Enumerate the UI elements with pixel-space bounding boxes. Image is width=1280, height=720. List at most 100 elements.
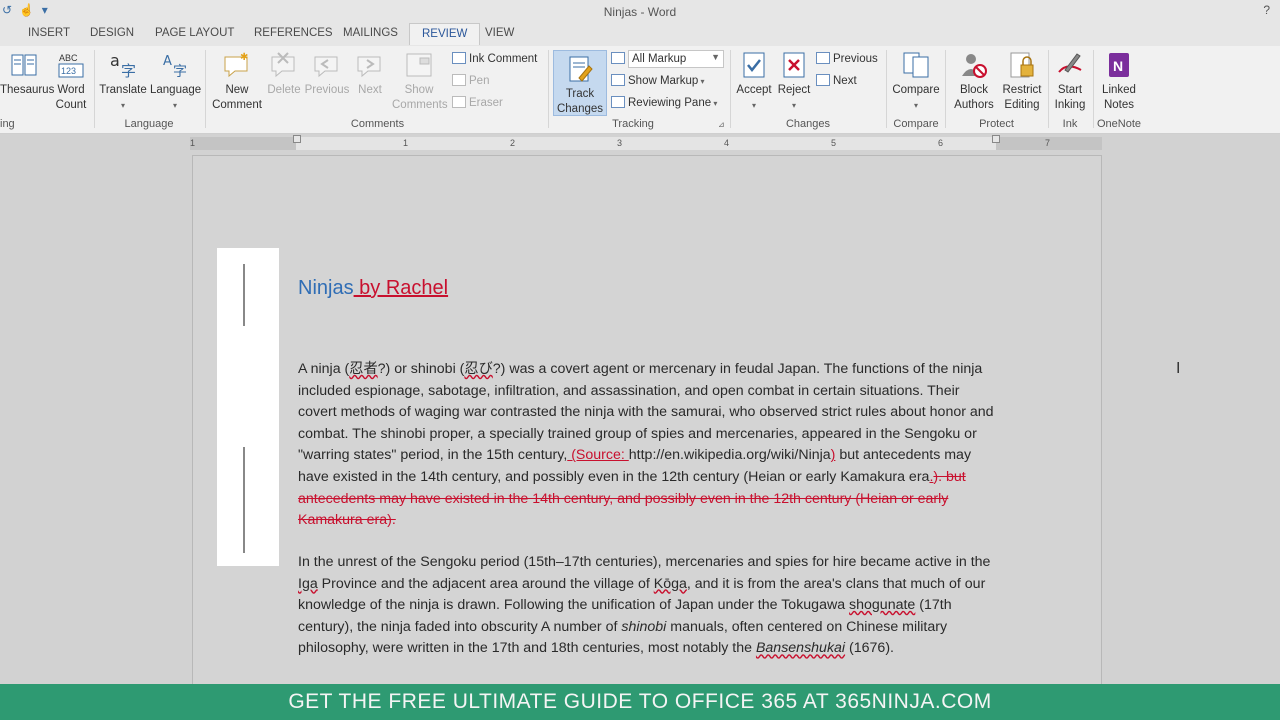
svg-text:ABC: ABC: [59, 53, 78, 63]
display-for-review-icon-holder: [611, 52, 628, 65]
new-comment-label-1: New: [225, 84, 249, 96]
tab-references[interactable]: REFERENCES: [254, 27, 333, 39]
indent-marker[interactable]: [293, 135, 301, 143]
accept-label: Accept: [736, 84, 772, 96]
thesaurus-icon: [9, 50, 39, 80]
reject-label: Reject: [777, 84, 811, 96]
linked-notes-button[interactable]: N Linked Notes: [1097, 50, 1141, 113]
show-comments-label-1: Show: [404, 84, 434, 96]
start-inking-button[interactable]: Start Inking: [1051, 50, 1089, 113]
language-icon: A字: [160, 50, 190, 80]
text-run: Iga: [298, 575, 318, 592]
horizontal-ruler[interactable]: 1 1 2 3 4 5 6 7: [190, 135, 1102, 150]
start-inking-label-1: Start: [1057, 84, 1083, 96]
ink-group-label: Ink: [1062, 118, 1078, 130]
thesaurus-button[interactable]: Thesaurus: [0, 50, 54, 98]
svg-text:a: a: [110, 51, 120, 70]
promo-banner[interactable]: GET THE FREE ULTIMATE GUIDE TO OFFICE 36…: [0, 684, 1280, 720]
text-run: ?) or shinobi (: [377, 361, 465, 377]
compare-button[interactable]: Compare ▾: [891, 50, 941, 113]
track-changes-button[interactable]: Track Changes: [553, 50, 607, 116]
text-run: Bansenshukai: [755, 640, 846, 657]
translate-button[interactable]: a字 Translate ▾: [99, 50, 147, 113]
next-comment-icon: [355, 50, 385, 80]
track-changes-icon: [565, 54, 595, 84]
reject-button[interactable]: Reject ▾: [776, 50, 812, 113]
tracked-insertion: (Source:: [567, 447, 629, 464]
ink-comment-icon: [452, 52, 466, 64]
next-change-button[interactable]: Next: [816, 74, 857, 87]
right-indent-marker[interactable]: [992, 135, 1000, 143]
language-group-label: Language: [124, 118, 174, 130]
title-bar: ↺ ☝ ▾ Ninjas - Word ?: [0, 0, 1280, 22]
tracking-options-launcher-icon[interactable]: ⊿: [718, 120, 725, 129]
tab-review[interactable]: REVIEW: [409, 23, 481, 45]
compare-group-label: Compare: [893, 118, 939, 130]
next-comment-button[interactable]: Next: [352, 50, 388, 98]
new-comment-icon: ✱: [222, 50, 252, 80]
changes-group-label: Changes: [785, 118, 831, 130]
paragraph-2[interactable]: In the unrest of the Sengoku period (15t…: [298, 552, 998, 660]
text-run: (1676).: [845, 640, 894, 657]
tab-page-layout[interactable]: PAGE LAYOUT: [155, 27, 234, 39]
separator: [205, 50, 206, 128]
chevron-down-icon: ▼: [711, 52, 720, 62]
reviewing-pane-button[interactable]: Reviewing Pane ▾: [611, 96, 717, 109]
svg-text:✱: ✱: [240, 52, 248, 63]
start-inking-icon: [1055, 50, 1085, 80]
svg-text:A: A: [163, 54, 172, 69]
word-count-label-1: Word: [57, 84, 85, 96]
change-bar: [243, 264, 245, 326]
show-comments-label-2: Comments: [392, 99, 448, 111]
ink-comment-button[interactable]: Ink Comment: [452, 52, 537, 65]
compare-icon: [901, 50, 931, 80]
delete-comment-button[interactable]: Delete: [266, 50, 302, 98]
block-authors-button[interactable]: Block Authors: [949, 50, 999, 113]
previous-change-icon: [816, 52, 830, 64]
delete-comment-icon: [269, 50, 299, 80]
display-for-review-icon: [611, 52, 625, 64]
show-markup-button[interactable]: Show Markup ▾: [611, 74, 705, 87]
word-count-label-2: Count: [55, 99, 87, 111]
previous-change-button[interactable]: Previous: [816, 52, 878, 65]
pen-button[interactable]: Pen: [452, 74, 489, 87]
tab-mailings[interactable]: MAILINGS: [343, 27, 398, 39]
restrict-editing-icon: [1007, 50, 1037, 80]
linked-notes-label-1: Linked: [1102, 84, 1136, 96]
accept-button[interactable]: Accept ▾: [735, 50, 773, 113]
ruler-number: 1: [190, 138, 196, 148]
word-count-button[interactable]: ABC 123 Word Count: [52, 50, 90, 113]
help-button[interactable]: ?: [1263, 3, 1270, 17]
pen-icon: [452, 74, 466, 86]
next-change-label: Next: [833, 75, 857, 87]
svg-text:字: 字: [121, 62, 136, 80]
compare-dropdown-icon: ▾: [913, 101, 918, 110]
show-comments-button[interactable]: Show Comments: [392, 50, 448, 113]
language-button[interactable]: A字 Language ▾: [150, 50, 201, 113]
ribbon: Thesaurus ABC 123 Word Count ing a字 Trans…: [0, 46, 1280, 134]
reject-icon: [779, 50, 809, 80]
accept-icon: [739, 50, 769, 80]
translate-icon: a字: [108, 50, 138, 80]
proofing-group-label: ing: [0, 118, 15, 130]
title-text: Ninjas: [298, 277, 354, 299]
ink-comment-label: Ink Comment: [469, 53, 538, 65]
ribbon-tabs: INSERT DESIGN PAGE LAYOUT REFERENCES MAI…: [0, 22, 1280, 46]
previous-comment-button[interactable]: Previous: [304, 50, 350, 98]
new-comment-button[interactable]: ✱ New Comment: [210, 50, 264, 113]
display-for-review-dropdown[interactable]: All Markup ▼: [628, 50, 724, 68]
restrict-editing-button[interactable]: Restrict Editing: [1000, 50, 1044, 113]
comments-group-label: Comments: [350, 118, 405, 130]
display-for-review-value: All Markup: [632, 53, 687, 65]
tab-design[interactable]: DESIGN: [90, 27, 134, 39]
accept-dropdown-icon: ▾: [751, 101, 756, 110]
tab-insert[interactable]: INSERT: [28, 27, 70, 39]
tracking-group-label: Tracking: [612, 118, 654, 130]
text-run: A ninja (: [298, 361, 350, 377]
eraser-button[interactable]: Eraser: [452, 96, 503, 109]
document-title[interactable]: Ninjas by Rachel: [298, 277, 448, 300]
svg-text:123: 123: [61, 66, 76, 76]
paragraph-1[interactable]: A ninja (忍者?) or shinobi (忍び?) was a cov…: [298, 359, 998, 532]
ruler-number: 2: [510, 138, 516, 148]
tab-view[interactable]: VIEW: [485, 27, 514, 39]
